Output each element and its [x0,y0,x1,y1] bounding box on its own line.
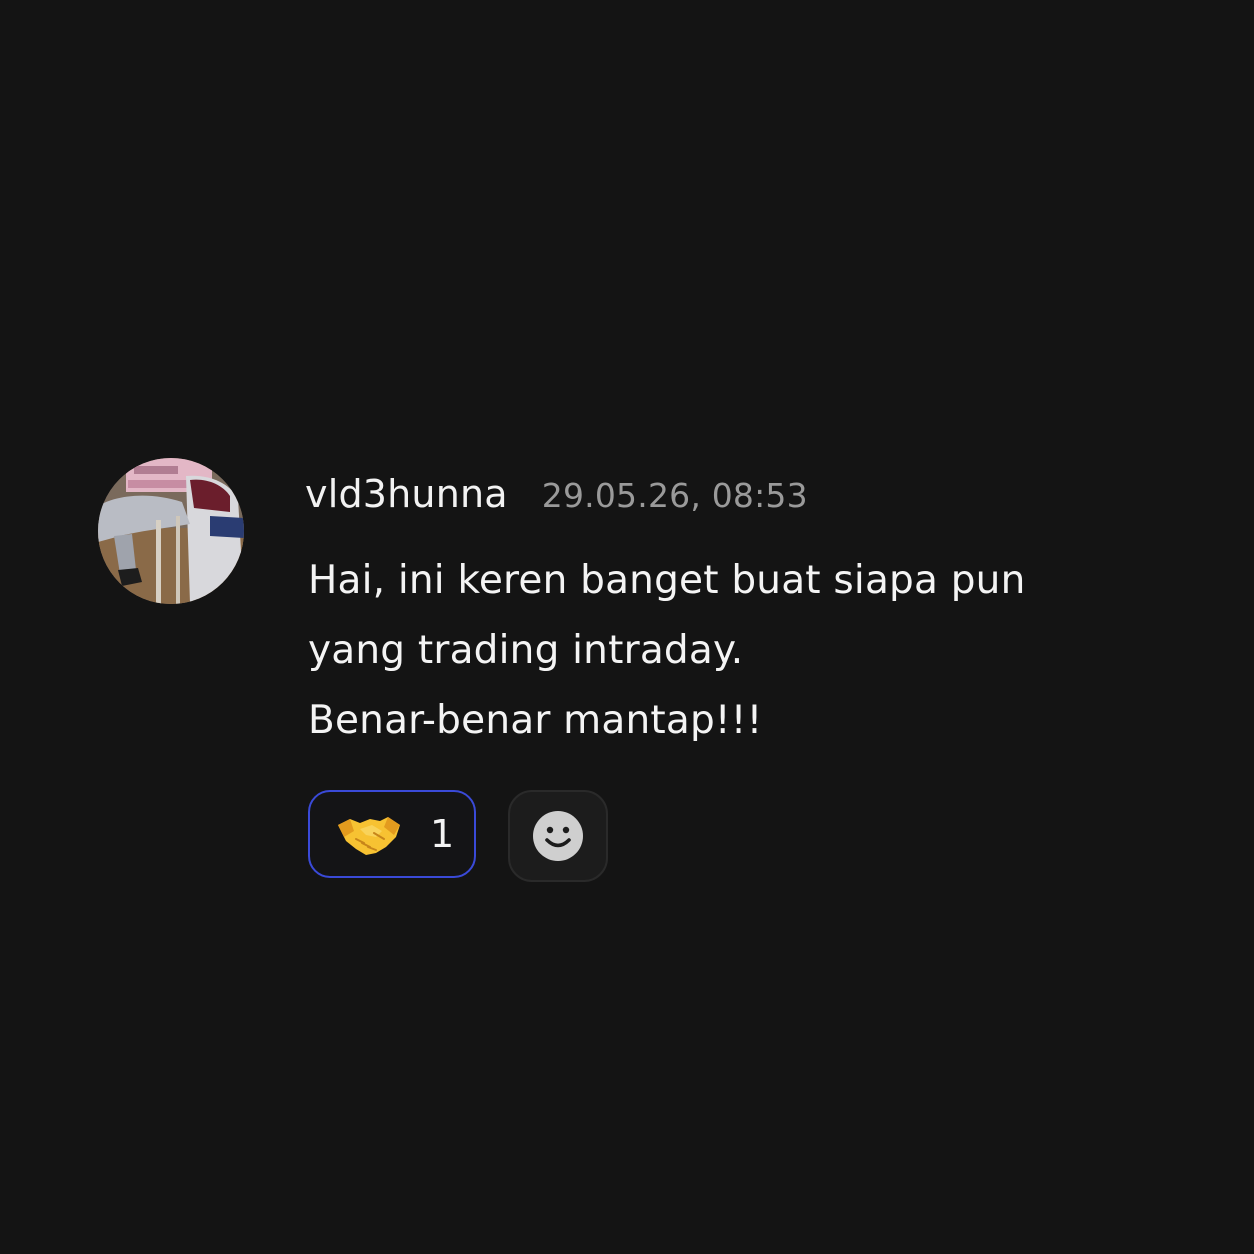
avatar-image [98,458,244,604]
avatar[interactable] [98,458,244,604]
handshake-icon [338,817,400,855]
reaction-bar: 1 [308,790,608,882]
message-header: vld3hunna 29.05.26, 08:53 [305,472,808,522]
timestamp: 29.05.26, 08:53 [541,476,808,515]
reaction-handshake-button[interactable]: 1 [308,790,476,878]
message-line: Hai, ini keren banget buat siapa pun [308,558,1026,603]
smiley-face-icon [533,811,583,861]
reaction-count: 1 [430,812,455,856]
message-body: Hai, ini keren banget buat siapa pun yan… [308,546,1208,756]
message-line: yang trading intraday. [308,628,744,673]
username[interactable]: vld3hunna [305,472,508,516]
message-line: Benar-benar mantap!!! [308,698,763,743]
add-reaction-button[interactable] [508,790,608,882]
